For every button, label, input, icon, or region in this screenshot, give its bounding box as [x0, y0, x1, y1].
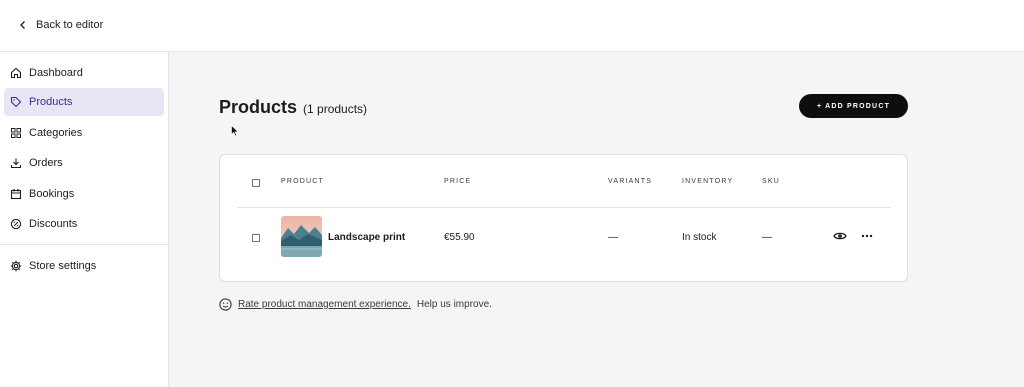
product-inventory: In stock: [682, 232, 717, 243]
select-all-checkbox[interactable]: [252, 179, 260, 187]
rate-experience-link[interactable]: Rate product management experience.: [238, 299, 411, 310]
back-label: Back to editor: [36, 19, 104, 31]
column-header-product: PRODUCT: [281, 178, 325, 185]
sidebar-item-orders[interactable]: Orders: [4, 149, 164, 177]
product-name[interactable]: Landscape print: [328, 232, 405, 243]
sidebar-item-store-settings[interactable]: Store settings: [4, 252, 164, 280]
chevron-left-icon: [20, 21, 25, 29]
header-divider: [237, 207, 891, 208]
product-price: €55.90: [444, 232, 475, 243]
smiley-icon: [219, 298, 232, 311]
product-variants: —: [608, 232, 618, 243]
sidebar-item-label: Categories: [29, 127, 83, 139]
sidebar: Dashboard Products Categories Orders Boo…: [0, 52, 169, 387]
sidebar-item-label: Bookings: [29, 188, 75, 200]
column-header-variants: VARIANTS: [608, 178, 653, 185]
grid-icon: [11, 128, 21, 138]
column-header-inventory: INVENTORY: [682, 178, 734, 185]
page-heading: Products: [219, 97, 298, 117]
sidebar-item-label: Orders: [29, 157, 63, 169]
page-title: Products (1 products): [219, 97, 367, 118]
eye-icon: [833, 232, 847, 240]
sidebar-item-label: Discounts: [29, 218, 78, 230]
top-bar: Back to editor: [0, 0, 1024, 52]
product-sku: —: [762, 232, 772, 243]
add-product-button[interactable]: + ADD PRODUCT: [799, 94, 908, 118]
column-header-price: PRICE: [444, 178, 472, 185]
mouse-cursor-icon: [231, 125, 239, 137]
landscape-image: [281, 216, 322, 257]
sidebar-item-categories[interactable]: Categories: [4, 119, 164, 147]
sidebar-item-discounts[interactable]: Discounts: [4, 210, 164, 238]
sidebar-item-bookings[interactable]: Bookings: [4, 180, 164, 208]
back-to-editor-link[interactable]: Back to editor: [18, 19, 103, 31]
percent-badge-icon: [10, 218, 22, 230]
tag-icon: [10, 96, 22, 108]
more-horizontal-icon: [861, 234, 873, 238]
sidebar-divider: [0, 244, 169, 245]
feedback-text: Help us improve.: [416, 299, 492, 310]
product-thumbnail[interactable]: [281, 216, 322, 257]
products-table: PRODUCT PRICE VARIANTS INVENTORY SKU Lan…: [219, 154, 908, 282]
sidebar-item-label: Products: [29, 96, 73, 108]
calendar-icon: [10, 189, 22, 200]
sidebar-item-products[interactable]: Products: [4, 88, 164, 116]
more-actions-button[interactable]: [859, 229, 875, 243]
sidebar-item-label: Dashboard: [29, 67, 83, 79]
row-checkbox[interactable]: [252, 234, 260, 242]
gear-icon: [10, 260, 22, 272]
sidebar-item-dashboard[interactable]: Dashboard: [4, 59, 164, 87]
view-product-button[interactable]: [832, 229, 848, 243]
column-header-sku: SKU: [762, 178, 780, 185]
product-count: (1 products): [303, 102, 368, 116]
sidebar-item-label: Store settings: [29, 260, 97, 272]
download-icon: [10, 158, 22, 169]
feedback-bar: Rate product management experience. Help…: [219, 298, 492, 311]
home-icon: [10, 67, 22, 79]
